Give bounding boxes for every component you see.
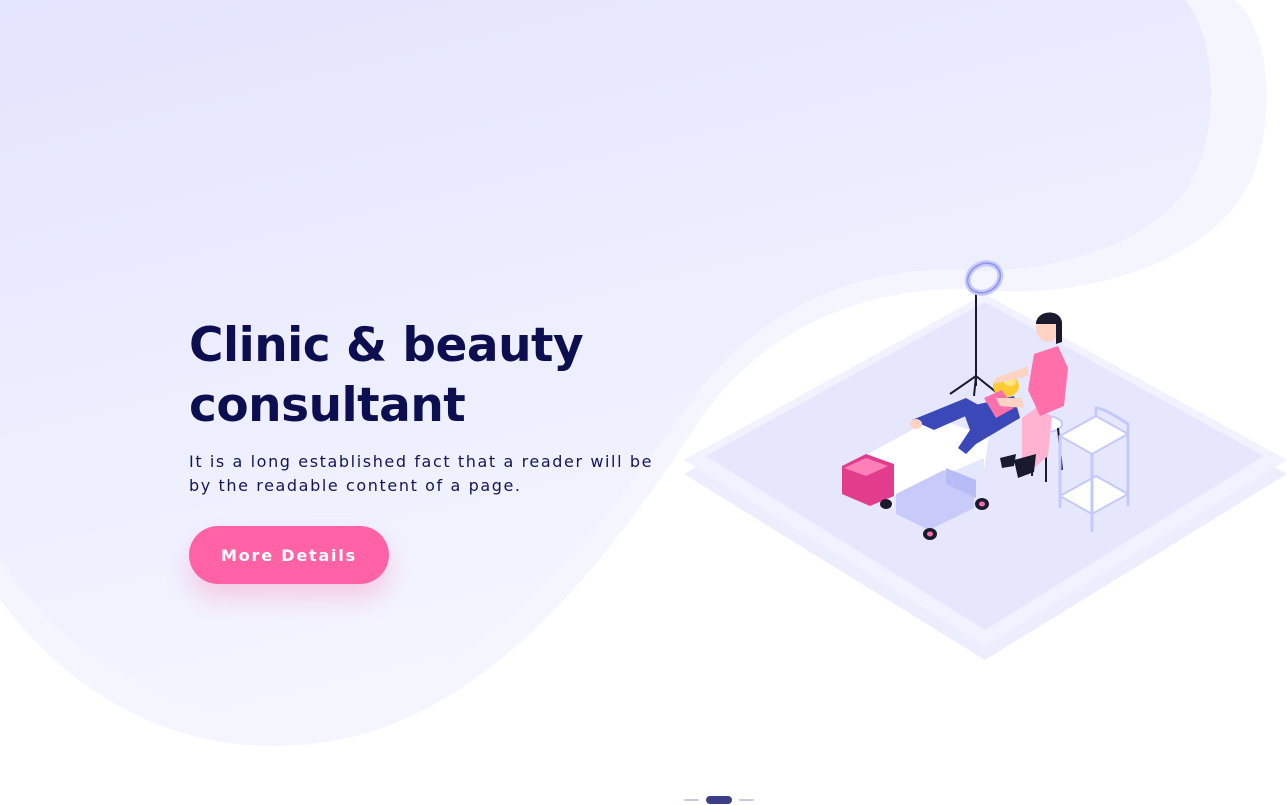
beauty-treatment-illustration bbox=[684, 260, 1287, 660]
hero-page: Clinic & beauty consultant It is a long … bbox=[0, 0, 1287, 805]
hero-text-block: Clinic & beauty consultant It is a long … bbox=[189, 316, 709, 498]
hero-title: Clinic & beauty consultant bbox=[189, 316, 709, 436]
hero-title-line-1: Clinic & beauty bbox=[189, 318, 584, 373]
hero-description: It is a long established fact that a rea… bbox=[189, 452, 654, 495]
slider-pagination bbox=[684, 796, 754, 804]
more-details-button[interactable]: More Details bbox=[189, 526, 389, 584]
hero-title-line-2: consultant bbox=[189, 378, 466, 433]
slide-indicator-1[interactable] bbox=[684, 799, 699, 801]
slide-indicator-3[interactable] bbox=[739, 799, 754, 801]
slide-indicator-2-active[interactable] bbox=[706, 796, 732, 804]
